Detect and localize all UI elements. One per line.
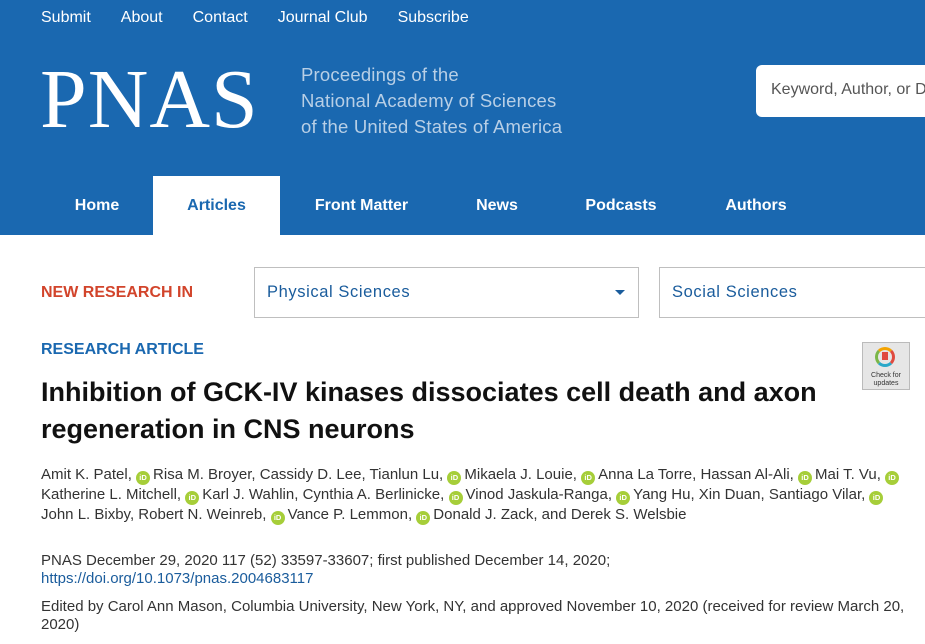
tagline-line: Proceedings of the xyxy=(301,64,459,85)
main-nav: Home Articles Front Matter News Podcasts… xyxy=(0,176,925,235)
author-name[interactable]: Xin Duan xyxy=(699,486,761,503)
bookmark-icon xyxy=(882,352,888,360)
author-name[interactable]: Santiago Vilar xyxy=(769,486,861,503)
author-name[interactable]: Tianlun Lu xyxy=(370,466,440,483)
top-nav-submit[interactable]: Submit xyxy=(41,9,91,27)
top-nav-journal-club[interactable]: Journal Club xyxy=(278,9,368,27)
search-input[interactable] xyxy=(771,81,925,99)
author-name[interactable]: Mai T. Vu xyxy=(815,466,877,483)
author-name[interactable]: Yang Hu xyxy=(633,486,690,503)
citation-text: PNAS December 29, 2020 117 (52) 33597-33… xyxy=(41,552,611,569)
tagline-line: of the United States of America xyxy=(301,116,563,137)
orcid-icon[interactable]: iD xyxy=(416,511,431,525)
site-header: Submit About Contact Journal Club Subscr… xyxy=(0,0,925,235)
doi-link[interactable]: https://doi.org/10.1073/pnas.2004683117 xyxy=(41,570,610,588)
author-name[interactable]: Amit K. Patel xyxy=(41,466,128,483)
orcid-icon[interactable]: iD xyxy=(448,491,463,505)
select-value: Physical Sciences xyxy=(267,283,411,301)
check-for-updates-button[interactable]: Check for updates xyxy=(862,342,910,390)
new-research-label: NEW RESEARCH IN xyxy=(41,284,194,301)
pnas-logo[interactable]: PNAS xyxy=(40,58,259,142)
author-name[interactable]: Karl J. Wahlin xyxy=(202,486,294,503)
chevron-down-icon xyxy=(615,290,625,295)
orcid-icon[interactable]: iD xyxy=(885,471,900,485)
orcid-icon[interactable]: iD xyxy=(798,471,812,485)
main-nav-podcasts[interactable]: Podcasts xyxy=(551,176,691,235)
main-nav-home[interactable]: Home xyxy=(42,176,152,235)
author-name[interactable]: Vance P. Lemmon xyxy=(288,506,408,523)
orcid-icon[interactable]: iD xyxy=(270,511,285,525)
orcid-icon[interactable]: iD xyxy=(581,471,596,485)
journal-tagline: Proceedings of the National Academy of S… xyxy=(301,62,562,140)
orcid-icon[interactable]: iD xyxy=(616,491,631,505)
main-nav-front-matter[interactable]: Front Matter xyxy=(280,176,443,235)
article-title: Inhibition of GCK-IV kinases dissociates… xyxy=(41,377,817,444)
author-name[interactable]: Anna La Torre xyxy=(598,466,692,483)
main-nav-news[interactable]: News xyxy=(443,176,551,235)
author-name[interactable]: Mikaela J. Louie xyxy=(464,466,572,483)
author-list: Amit K. Patel, iD Risa M. Broyer, Cassidy… xyxy=(41,465,911,525)
tagline-line: National Academy of Sciences xyxy=(301,90,557,111)
author-name[interactable]: Katherine L. Mitchell xyxy=(41,486,177,503)
orcid-icon[interactable]: iD xyxy=(136,471,151,485)
author-name[interactable]: Donald J. Zack xyxy=(433,506,533,523)
top-nav: Submit About Contact Journal Club Subscr… xyxy=(41,9,499,27)
author-name[interactable]: Hassan Al-Ali xyxy=(700,466,789,483)
author-name[interactable]: John L. Bixby xyxy=(41,506,130,523)
author-name[interactable]: Cynthia A. Berlinicke xyxy=(303,486,441,503)
orcid-icon[interactable]: iD xyxy=(869,491,884,505)
author-name[interactable]: Derek S. Welsbie xyxy=(571,506,687,523)
search-box xyxy=(756,65,925,117)
orcid-icon[interactable]: iD xyxy=(447,471,462,485)
author-name[interactable]: Robert N. Weinreb xyxy=(138,506,262,523)
article-type: RESEARCH ARTICLE xyxy=(41,341,204,358)
top-nav-about[interactable]: About xyxy=(121,9,163,27)
edited-by: Edited by Carol Ann Mason, Columbia Univ… xyxy=(41,598,905,633)
check-for-updates-label: Check for updates xyxy=(871,372,901,387)
citation: PNAS December 29, 2020 117 (52) 33597-33… xyxy=(41,552,610,588)
author-name[interactable]: Risa M. Broyer xyxy=(153,466,251,483)
physical-sciences-select[interactable]: Physical Sciences xyxy=(254,267,639,318)
orcid-icon[interactable]: iD xyxy=(185,491,200,505)
main-nav-articles[interactable]: Articles xyxy=(153,176,280,235)
main-nav-authors[interactable]: Authors xyxy=(691,176,821,235)
author-name[interactable]: Vinod Jaskula-Ranga xyxy=(466,486,608,503)
social-sciences-select[interactable]: Social Sciences xyxy=(659,267,925,318)
top-nav-subscribe[interactable]: Subscribe xyxy=(398,9,469,27)
select-value: Social Sciences xyxy=(672,283,798,301)
top-nav-contact[interactable]: Contact xyxy=(193,9,248,27)
author-name[interactable]: Cassidy D. Lee xyxy=(260,466,362,483)
